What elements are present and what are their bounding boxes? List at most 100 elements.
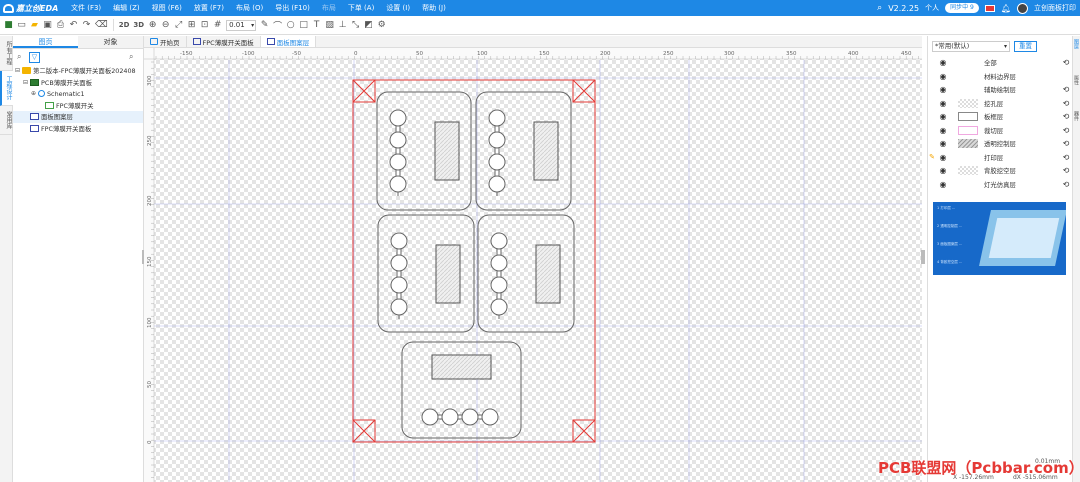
user-name[interactable]: 立创面板打印: [1034, 3, 1076, 13]
menu-export[interactable]: 导出 (F10): [269, 3, 316, 13]
grid-icon[interactable]: #: [211, 18, 224, 33]
layer-color-swatch[interactable]: [958, 139, 978, 149]
redo-icon[interactable]: ↷: [80, 18, 93, 33]
fit-view-icon[interactable]: ⤢: [172, 18, 185, 33]
visibility-eye-icon[interactable]: ◉: [936, 126, 950, 135]
tab-objects[interactable]: 对象: [78, 36, 143, 48]
search-submit-icon[interactable]: ⌕: [129, 52, 139, 62]
measure-icon[interactable]: ⤡: [349, 18, 362, 33]
menu-place[interactable]: 放置 (F7): [188, 3, 230, 13]
filter-icon[interactable]: ▽: [29, 51, 40, 63]
tree-item-pcb[interactable]: ⊟ PCB薄膜开关面板: [13, 77, 143, 89]
layer-color-swatch[interactable]: [958, 166, 978, 176]
layer-color-swatch[interactable]: [958, 58, 978, 67]
menu-order[interactable]: 下单 (A): [342, 3, 380, 13]
tree-item-project[interactable]: ⊟ 第二版本-FPC薄膜开关面板202408: [13, 65, 143, 77]
visibility-eye-icon[interactable]: ◉: [936, 85, 950, 94]
pencil-icon[interactable]: ✎: [258, 18, 271, 33]
layer-lock-icon[interactable]: ⟲: [1060, 180, 1072, 189]
align-icon[interactable]: ⊥: [336, 18, 349, 33]
layer-lock-icon[interactable]: ⟲: [1060, 85, 1072, 94]
tab-pages[interactable]: 图页: [13, 36, 78, 48]
rectangle-icon[interactable]: □: [297, 18, 310, 33]
layer-row[interactable]: ◉ 全部 ⟲: [928, 56, 1072, 70]
layer-row[interactable]: ◉ 透明控制层 ⟲: [928, 137, 1072, 151]
save-icon[interactable]: ▣: [41, 18, 54, 33]
layer-preset-select[interactable]: *常用(默认): [932, 40, 1010, 52]
menu-layout[interactable]: 布局 (O): [230, 3, 269, 13]
app-logo[interactable]: 嘉立创EDA: [3, 3, 65, 14]
arc-icon[interactable]: ⌒: [271, 18, 284, 33]
tree-item-fpc-panel[interactable]: FPC薄膜开关面板: [13, 123, 143, 135]
tab-fpc-panel[interactable]: FPC薄膜开关面板: [187, 36, 261, 47]
layer-color-swatch[interactable]: [958, 72, 978, 81]
grid-size-select[interactable]: 0.01: [226, 19, 257, 31]
layer-color-swatch[interactable]: [958, 125, 978, 135]
layer-lock-icon[interactable]: ⟲: [1060, 112, 1072, 121]
menu-file[interactable]: 文件 (F3): [65, 3, 107, 13]
tree-item-fpc-switch[interactable]: FPC薄膜开关: [13, 100, 143, 112]
tree-item-panel-pattern[interactable]: 面板图案层: [13, 111, 143, 123]
tab-project-design[interactable]: 工程设计: [0, 71, 13, 106]
right-panel-collapse-handle[interactable]: [921, 250, 925, 264]
tab-layers[interactable]: 图层: [1073, 36, 1080, 52]
layer-lock-icon[interactable]: ⟲: [1060, 58, 1072, 67]
layer-color-swatch[interactable]: [958, 98, 978, 108]
color-picker-icon[interactable]: ■: [2, 18, 15, 33]
visibility-eye-icon[interactable]: ◉: [936, 166, 950, 175]
layer-lock-icon[interactable]: ⟲: [1060, 166, 1072, 175]
tab-panel-pattern[interactable]: 面板图案层: [260, 36, 317, 47]
layer-color-swatch[interactable]: [958, 153, 978, 162]
collapse-icon[interactable]: ⊟: [15, 67, 22, 74]
notification-bell-icon[interactable]: 🔔︎: [1001, 4, 1011, 13]
layer-color-swatch[interactable]: [958, 85, 978, 94]
layer-lock-icon[interactable]: ⟲: [1060, 153, 1072, 162]
visibility-eye-icon[interactable]: ◉: [936, 99, 950, 108]
print-icon[interactable]: ⎙: [54, 18, 67, 33]
search-icon[interactable]: ⌕: [17, 52, 27, 62]
tab-properties[interactable]: 属性: [1073, 72, 1080, 88]
visibility-eye-icon[interactable]: ◉: [936, 180, 950, 189]
reset-button[interactable]: 重置: [1014, 40, 1037, 52]
layer-lock-icon[interactable]: ⟲: [1060, 139, 1072, 148]
menu-layout-2[interactable]: 布局: [316, 3, 342, 13]
layer-color-swatch[interactable]: [958, 112, 978, 122]
sync-status-badge[interactable]: 同步中 9: [945, 3, 979, 13]
visibility-eye-icon[interactable]: ◉: [936, 139, 950, 148]
visibility-eye-icon[interactable]: ◉: [936, 112, 950, 121]
layer-lock-icon[interactable]: ⟲: [1060, 126, 1072, 135]
text-icon[interactable]: T: [310, 18, 323, 33]
design-canvas[interactable]: -150 -100 -50 0 50 100 150 200 250 300 350 400 450 30…: [144, 48, 922, 482]
circle-icon[interactable]: ○: [284, 18, 297, 33]
delete-icon[interactable]: ⌫: [93, 18, 110, 33]
image-icon[interactable]: ▨: [323, 18, 336, 33]
tab-components[interactable]: 器件: [1073, 108, 1080, 124]
open-folder-icon[interactable]: ▰: [28, 18, 41, 33]
tab-start-page[interactable]: 开始页: [144, 36, 187, 47]
layer-row[interactable]: ◉ 板框层 ⟲: [928, 110, 1072, 124]
user-mode[interactable]: 个人: [925, 3, 939, 13]
menu-settings[interactable]: 设置 (I): [380, 3, 416, 13]
layer-row[interactable]: ◉ 辅助绘制层 ⟲: [928, 83, 1072, 97]
menu-view[interactable]: 视图 (F6): [146, 3, 188, 13]
tab-all-projects[interactable]: 所有工程: [0, 36, 13, 71]
search-icon[interactable]: ⌕: [877, 3, 882, 13]
zoom-in-icon[interactable]: ⊕: [146, 18, 159, 33]
zoom-out-icon[interactable]: ⊖: [159, 18, 172, 33]
layer-row[interactable]: ✎ ◉ 打印层 ⟲: [928, 151, 1072, 165]
layer-color-swatch[interactable]: [958, 180, 978, 189]
collapse-icon[interactable]: ⊟: [23, 79, 30, 86]
settings-gear-icon[interactable]: ⚙: [375, 18, 388, 33]
layer-row[interactable]: ◉ 材料边界层: [928, 70, 1072, 84]
layer-row[interactable]: ◉ 灯光仿真层 ⟲: [928, 178, 1072, 192]
layer-row[interactable]: ◉ 裁切层 ⟲: [928, 124, 1072, 138]
visibility-eye-icon[interactable]: ◉: [936, 72, 950, 81]
undo-icon[interactable]: ↶: [67, 18, 80, 33]
tab-common-library[interactable]: 常用库: [0, 106, 13, 135]
menu-edit[interactable]: 编辑 (Z): [107, 3, 145, 13]
layers-icon[interactable]: ◩: [362, 18, 375, 33]
layer-row[interactable]: ◉ 背胶挖空层 ⟲: [928, 164, 1072, 178]
language-flag-icon[interactable]: [984, 4, 995, 12]
visibility-eye-icon[interactable]: ◉: [936, 153, 950, 162]
view-2d-button[interactable]: 2D: [117, 18, 132, 33]
